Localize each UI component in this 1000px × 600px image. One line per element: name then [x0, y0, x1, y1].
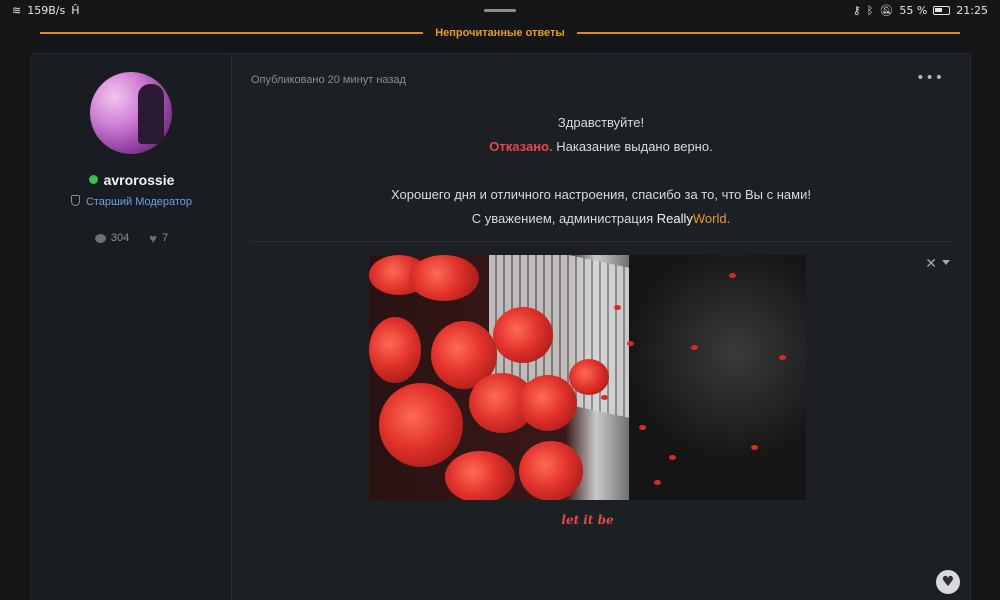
- hd-icon: Ĥ: [71, 4, 80, 17]
- greeting: Здравствуйте!: [557, 115, 645, 130]
- likes-count: 7: [161, 232, 169, 244]
- author-stats: 304 ♥ 7: [31, 230, 232, 246]
- battery-percent: 55 %: [899, 4, 928, 17]
- chevron-down-icon[interactable]: [942, 260, 950, 265]
- author-panel: avrorossie Старший Модератор 304 ♥ 7: [31, 54, 232, 600]
- unread-label: Непрочитанные ответы: [435, 27, 565, 39]
- status-right: ⚷ ᛒ 🔕︎ 55 % 21:25: [853, 0, 988, 21]
- brand-suffix: .: [726, 211, 731, 226]
- posts-stat: 304: [94, 232, 130, 244]
- shield-icon: [70, 195, 80, 206]
- signature-prefix: С уважением, администрация: [471, 211, 657, 226]
- brand-world: World: [692, 211, 727, 226]
- wish-line: Хорошего дня и отличного настроения, спа…: [391, 187, 811, 202]
- unread-divider: Непрочитанные ответы: [40, 25, 960, 41]
- online-status-icon: [88, 175, 98, 184]
- divider-line-right: [576, 32, 960, 34]
- verdict: Отказано.: [489, 139, 553, 154]
- petal: [779, 355, 786, 360]
- wifi-icon: ≋: [12, 4, 22, 17]
- brand-really: Really: [656, 211, 693, 226]
- author-role-row: Старший Модератор: [31, 195, 232, 208]
- petal: [691, 345, 698, 350]
- post-body: Здравствуйте! Отказано. Наказание выдано…: [251, 111, 951, 231]
- network-speed: 159B/s: [27, 4, 66, 17]
- verdict-line: Отказано. Наказание выдано верно.: [251, 135, 951, 159]
- key-icon: ⚷: [852, 4, 861, 17]
- divider-line-left: [40, 32, 424, 34]
- rose: [519, 375, 577, 431]
- signature-separator: [251, 241, 951, 242]
- petal: [669, 455, 676, 460]
- battery-icon: [933, 6, 951, 15]
- petal: [614, 305, 621, 310]
- petal: [654, 480, 661, 485]
- rose: [379, 383, 463, 467]
- post-content: Опубликовано 20 минут назад ••• Здравств…: [232, 54, 970, 600]
- rose: [493, 307, 553, 363]
- likes-stat: ♥ 7: [149, 230, 169, 246]
- like-button[interactable]: ♥: [936, 570, 960, 594]
- petal: [627, 341, 634, 346]
- clock: 21:25: [956, 4, 988, 17]
- rose: [409, 255, 479, 301]
- comment-icon: [94, 233, 106, 243]
- avatar-figure: [138, 84, 164, 144]
- drag-handle[interactable]: [484, 9, 516, 12]
- mute-icon: 🔕︎: [879, 4, 894, 17]
- rose: [445, 451, 515, 500]
- avatar[interactable]: [90, 72, 172, 154]
- author-role: Старший Модератор: [85, 196, 193, 208]
- rose: [369, 317, 421, 383]
- posts-count: 304: [110, 232, 130, 244]
- image-caption: let it be: [561, 513, 614, 527]
- status-left: ≋ 159B/s Ĥ: [12, 0, 79, 21]
- author-name[interactable]: avrorossie: [104, 172, 175, 188]
- more-options-icon[interactable]: •••: [916, 70, 944, 86]
- petal: [751, 445, 758, 450]
- signature-line: С уважением, администрация ReallyWorld.: [251, 207, 951, 231]
- rose: [569, 359, 609, 395]
- verdict-rest: Наказание выдано верно.: [552, 139, 713, 154]
- author-name-row[interactable]: avrorossie: [31, 172, 232, 188]
- heart-icon: ♥: [941, 574, 955, 590]
- petal: [601, 395, 608, 400]
- image-trees: [629, 255, 806, 500]
- close-icon[interactable]: ✕: [925, 256, 937, 272]
- bluetooth-icon: ᛒ: [866, 4, 874, 17]
- petal: [729, 273, 736, 278]
- post-meta: Опубликовано 20 минут назад: [251, 74, 406, 86]
- post-card: avrorossie Старший Модератор 304 ♥ 7 Опу…: [30, 53, 971, 600]
- signature-image: [369, 255, 806, 500]
- petal: [639, 425, 646, 430]
- heart-icon: ♥: [149, 230, 157, 246]
- rose: [519, 441, 583, 500]
